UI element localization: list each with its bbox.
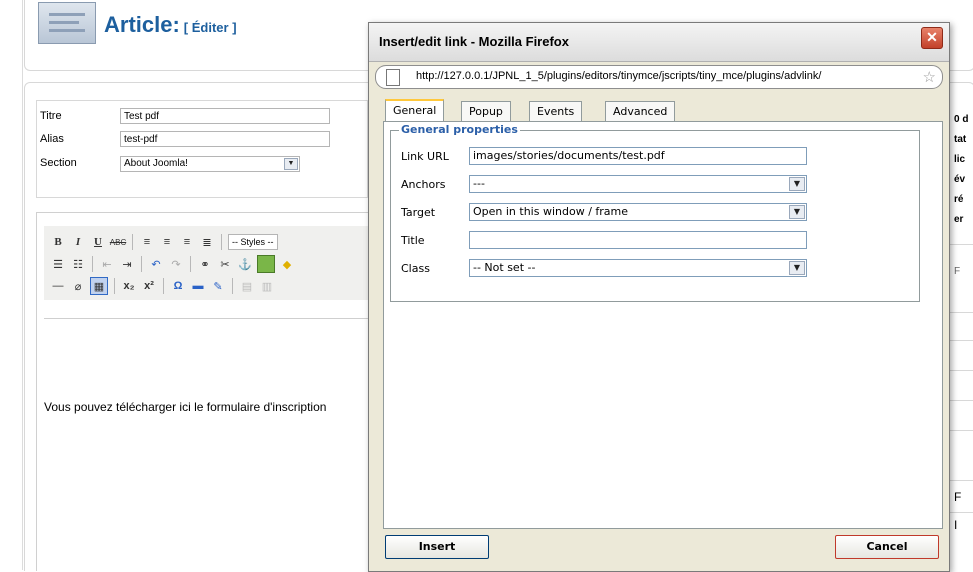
- strikethrough-icon[interactable]: ABC: [110, 234, 126, 250]
- link-url-input[interactable]: images/stories/documents/test.pdf: [469, 147, 807, 165]
- fieldset-legend: General properties: [399, 123, 520, 136]
- align-right-icon[interactable]: ≡: [179, 234, 195, 250]
- close-icon[interactable]: ✕: [921, 27, 943, 49]
- alias-input[interactable]: test-pdf: [120, 131, 330, 147]
- superscript-icon[interactable]: x²: [141, 278, 157, 294]
- class-select[interactable]: -- Not set -- ▼: [469, 259, 807, 277]
- alias-label: Alias: [40, 133, 64, 145]
- cleanup-icon[interactable]: ◆: [279, 256, 295, 272]
- align-justify-icon[interactable]: ≣: [199, 234, 215, 250]
- chevron-down-icon[interactable]: ▼: [789, 205, 805, 219]
- window-titlebar: Insert/edit link - Mozilla Firefox ✕: [369, 23, 949, 62]
- insert-link-dialog: Insert/edit link - Mozilla Firefox ✕ htt…: [368, 22, 950, 572]
- url-bar[interactable]: http://127.0.0.1/JPNL_1_5/plugins/editor…: [375, 65, 943, 89]
- article-icon: [38, 2, 96, 44]
- redo-icon[interactable]: ↷: [168, 256, 184, 272]
- editor-content[interactable]: [44, 318, 374, 571]
- dialog-content: General Popup Events Advanced General pr…: [383, 93, 943, 529]
- tab-popup[interactable]: Popup: [461, 101, 511, 121]
- horizontal-rule-icon[interactable]: —: [50, 278, 66, 294]
- editor-body-text: Vous pouvez télécharger ici le formulair…: [44, 400, 327, 414]
- target-select[interactable]: Open in this window / frame ▼: [469, 203, 807, 221]
- anchors-value: ---: [473, 177, 485, 190]
- underline-icon[interactable]: U: [90, 234, 106, 250]
- edit-icon[interactable]: ✎: [210, 278, 226, 294]
- section-label: Section: [40, 157, 77, 169]
- anchors-label: Anchors: [401, 178, 446, 191]
- window-title: Insert/edit link - Mozilla Firefox: [379, 34, 569, 49]
- link-url-label: Link URL: [401, 150, 449, 163]
- numbered-list-icon[interactable]: ☷: [70, 256, 86, 272]
- class-label: Class: [401, 262, 430, 275]
- page-border: [22, 0, 23, 570]
- bold-icon[interactable]: B: [50, 234, 66, 250]
- class-value: -- Not set --: [473, 261, 536, 274]
- title-input[interactable]: Test pdf: [120, 108, 330, 124]
- image-icon[interactable]: [257, 255, 275, 273]
- right-sidebar-fragment: 0 d tat lic év ré er F F I: [948, 90, 973, 570]
- table-row-icon[interactable]: ▤: [239, 278, 255, 294]
- chevron-down-icon[interactable]: ▼: [789, 261, 805, 275]
- star-icon[interactable]: ☆: [923, 68, 936, 86]
- title-label: Title: [401, 234, 425, 247]
- tab-general[interactable]: General: [385, 99, 445, 122]
- outdent-icon[interactable]: ⇤: [99, 256, 115, 272]
- tab-advanced[interactable]: Advanced: [605, 101, 676, 121]
- title-input[interactable]: [469, 231, 807, 249]
- page-title: Article:[ Éditer ]: [104, 12, 237, 37]
- align-center-icon[interactable]: ≡: [159, 234, 175, 250]
- editor-toolbar: B I U ABC ≡ ≡ ≡ ≣ -- Styles -- ☰ ☷ ⇤ ⇥ ↶…: [44, 226, 374, 300]
- tab-events[interactable]: Events: [529, 101, 583, 121]
- unlink-icon[interactable]: ✂: [217, 256, 233, 272]
- eraser-icon[interactable]: ⌀: [70, 278, 86, 294]
- cancel-button[interactable]: Cancel: [835, 535, 939, 559]
- link-icon[interactable]: ⚭: [197, 256, 213, 272]
- insert-button[interactable]: Insert: [385, 535, 489, 559]
- table-icon[interactable]: ▦: [90, 277, 108, 295]
- edit-label: [ Éditer ]: [183, 20, 237, 35]
- italic-icon[interactable]: I: [70, 234, 86, 250]
- general-panel: General properties Link URL images/stori…: [383, 121, 943, 529]
- target-label: Target: [401, 206, 436, 219]
- undo-icon[interactable]: ↶: [148, 256, 164, 272]
- target-value: Open in this window / frame: [473, 205, 629, 218]
- subscript-icon[interactable]: x₂: [121, 278, 137, 294]
- chevron-down-icon[interactable]: ▼: [789, 177, 805, 191]
- anchor-icon[interactable]: ⚓: [237, 256, 253, 272]
- special-char-icon[interactable]: Ω: [170, 278, 186, 294]
- hr-icon[interactable]: ▬: [190, 278, 206, 294]
- table-col-icon[interactable]: ▥: [259, 278, 275, 294]
- title-label: Titre: [40, 110, 62, 122]
- anchors-select[interactable]: --- ▼: [469, 175, 807, 193]
- url-text: http://127.0.0.1/JPNL_1_5/plugins/editor…: [416, 70, 822, 82]
- indent-icon[interactable]: ⇥: [119, 256, 135, 272]
- chevron-down-icon[interactable]: ▼: [284, 158, 298, 170]
- section-value: About Joomla!: [124, 158, 188, 169]
- styles-select[interactable]: -- Styles --: [228, 234, 278, 250]
- section-select[interactable]: About Joomla! ▼: [120, 156, 300, 172]
- page-icon: [386, 69, 400, 86]
- align-left-icon[interactable]: ≡: [139, 234, 155, 250]
- general-properties-fieldset: General properties Link URL images/stori…: [390, 123, 920, 302]
- bullet-list-icon[interactable]: ☰: [50, 256, 66, 272]
